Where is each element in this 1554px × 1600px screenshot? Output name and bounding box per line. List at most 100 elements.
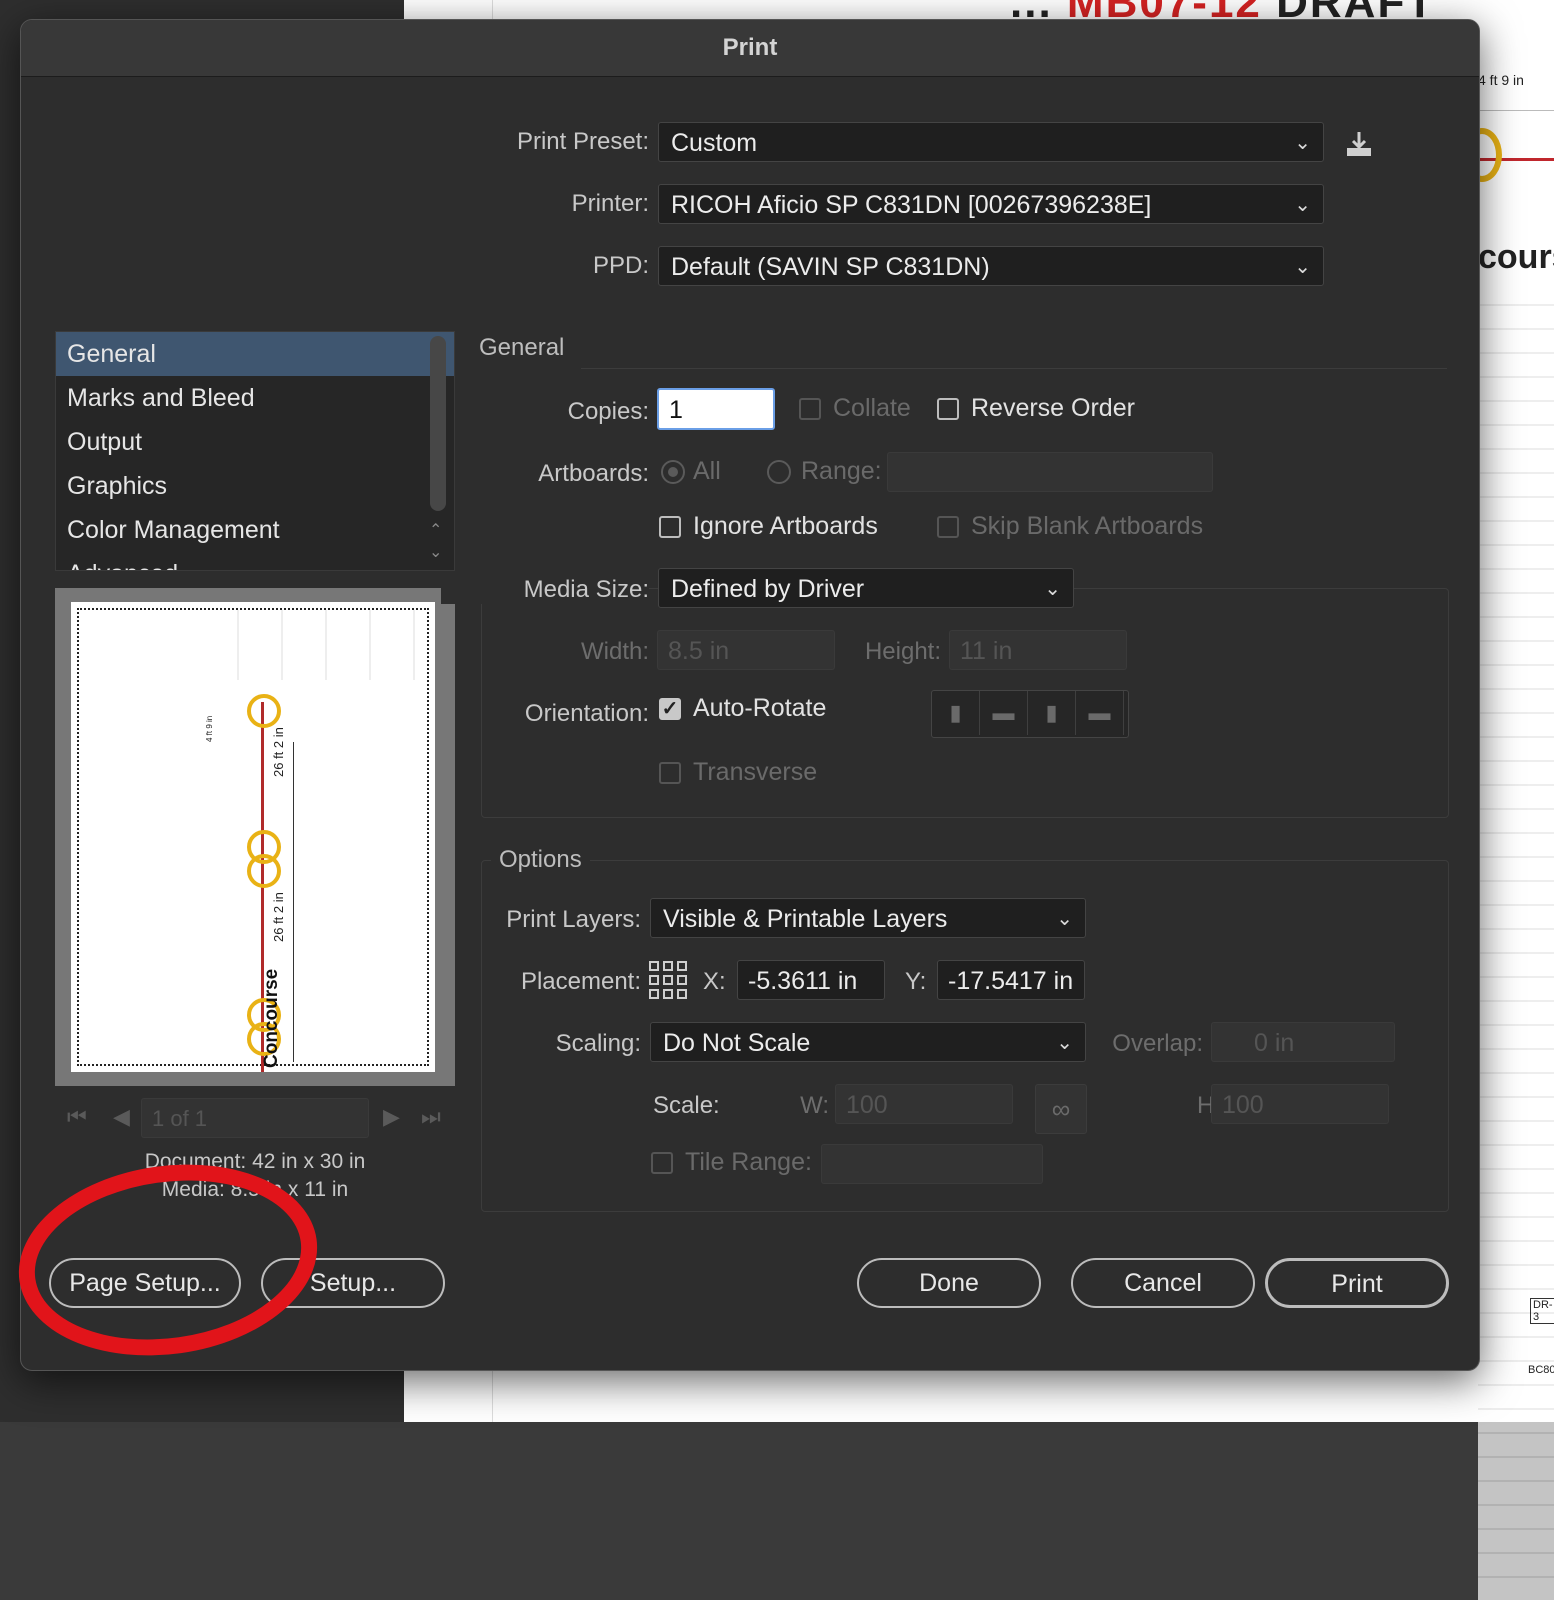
collate-label: Collate [833, 394, 911, 422]
chevron-down-icon: ⌄ [1056, 908, 1073, 930]
auto-rotate-checkbox[interactable]: ✓ [659, 698, 681, 720]
printer-select[interactable]: RICOH Aficio SP C831DN [00267396238E] ⌄ [658, 184, 1324, 224]
printer-label: Printer: [571, 190, 649, 217]
ppd-select[interactable]: Default (SAVIN SP C831DN) ⌄ [658, 246, 1324, 286]
category-general[interactable]: General [56, 332, 454, 376]
scroll-up-icon[interactable]: ⌃ [429, 520, 442, 540]
preview-small-label: 4 ft 9 in [205, 715, 214, 742]
tile-range-checkbox[interactable] [651, 1152, 673, 1174]
media-size-value: Defined by Driver [671, 575, 865, 603]
placement-label: Placement: [520, 968, 641, 995]
orientation-label: Orientation: [524, 700, 649, 727]
category-advanced[interactable]: Advanced [56, 552, 454, 570]
background-tag: DR-3 [1530, 1298, 1554, 1324]
chevron-down-icon: ⌄ [1056, 1032, 1073, 1054]
cancel-button[interactable]: Cancel [1071, 1258, 1255, 1308]
preview-dim-label: 26 ft 2 in [271, 727, 286, 777]
copies-input[interactable]: 1 [657, 388, 775, 430]
background-tag: BC80 [1528, 1364, 1554, 1376]
placement-x-input[interactable]: -5.3611 in [737, 960, 885, 1000]
copies-label: Copies: [567, 398, 649, 425]
placement-y-input[interactable]: -17.5417 in [937, 960, 1085, 1000]
artboards-range-input[interactable] [887, 452, 1213, 492]
print-preset-label: Print Preset: [516, 128, 649, 155]
landscape-icon[interactable]: ▬ [980, 691, 1028, 735]
first-page-icon[interactable]: ⏮ [67, 1104, 87, 1130]
category-marks-and-bleed[interactable]: Marks and Bleed [56, 376, 454, 420]
scaling-value: Do Not Scale [663, 1029, 811, 1057]
save-preset-icon[interactable] [1343, 128, 1375, 160]
y-label: Y: [905, 968, 927, 995]
skip-blank-artboards-checkbox[interactable] [937, 516, 959, 538]
scale-w-label: W: [800, 1092, 829, 1119]
print-button[interactable]: Print [1265, 1258, 1449, 1308]
overlap-input[interactable]: 0 in [1211, 1022, 1395, 1062]
tile-range-label: Tile Range: [685, 1148, 812, 1176]
height-input[interactable]: 11 in [949, 630, 1127, 670]
background-concourse-label: cours [1478, 238, 1554, 276]
artboards-all-radio[interactable] [661, 460, 685, 484]
dialog-title: Print [21, 20, 1479, 77]
x-label: X: [703, 968, 726, 995]
tile-range-input[interactable] [821, 1144, 1043, 1184]
background-dim-label: 4 ft 9 in [1478, 72, 1524, 88]
ignore-artboards-label: Ignore Artboards [693, 512, 878, 540]
transverse-label: Transverse [693, 758, 818, 786]
last-page-icon[interactable]: ⏭ [421, 1104, 441, 1130]
print-dialog: Print Print Preset: Custom ⌄ Printer: RI… [20, 19, 1480, 1371]
collate-checkbox[interactable] [799, 398, 821, 420]
preview-dim-label: 26 ft 2 in [271, 892, 286, 942]
general-section-title: General [479, 334, 565, 361]
auto-rotate-label: Auto-Rotate [693, 694, 827, 722]
print-layers-label: Print Layers: [506, 906, 641, 933]
scaling-label: Scaling: [555, 1030, 641, 1057]
ppd-label: PPD: [592, 252, 649, 279]
media-size-label: Media Size: [441, 576, 649, 604]
skip-blank-artboards-label: Skip Blank Artboards [971, 512, 1204, 540]
height-label: Height: [864, 638, 941, 665]
category-output[interactable]: Output [56, 420, 454, 464]
ppd-value: Default (SAVIN SP C831DN) [671, 253, 990, 281]
document-size-info: Document: 42 in x 30 in [144, 1150, 366, 1173]
media-size-select[interactable]: Defined by Driver ⌄ [658, 568, 1074, 608]
placement-grid-icon[interactable] [648, 960, 688, 1000]
scale-w-input[interactable]: 100 [835, 1084, 1013, 1124]
options-section-title: Options [491, 846, 590, 874]
chevron-down-icon: ⌄ [1294, 194, 1311, 216]
preview-page: 26 ft 2 in 26 ft 2 in Concourse 4 ft 9 i… [71, 602, 435, 1072]
landscape-flipped-icon[interactable]: ▬ [1076, 691, 1124, 735]
artboards-label: Artboards: [538, 460, 649, 487]
ignore-artboards-checkbox[interactable] [659, 516, 681, 538]
print-layers-select[interactable]: Visible & Printable Layers ⌄ [650, 898, 1086, 938]
preview-concourse-label: Concourse [261, 968, 282, 1068]
category-color-management[interactable]: Color Management [56, 508, 454, 552]
link-icon[interactable]: ∞ [1035, 1084, 1087, 1134]
transverse-checkbox[interactable] [659, 762, 681, 784]
chevron-down-icon: ⌄ [1294, 132, 1311, 154]
next-page-icon[interactable]: ▶ [383, 1104, 400, 1130]
overlap-label: Overlap: [1112, 1030, 1203, 1057]
reverse-order-label: Reverse Order [971, 394, 1135, 422]
print-preset-value: Custom [671, 129, 758, 157]
width-input[interactable]: 8.5 in [657, 630, 835, 670]
artboards-range-label: Range: [801, 457, 882, 485]
scroll-down-icon[interactable]: ⌄ [429, 542, 442, 562]
prev-page-icon[interactable]: ◀ [113, 1104, 130, 1130]
portrait-icon[interactable]: ▮ [932, 691, 980, 735]
portrait-flipped-icon[interactable]: ▮ [1028, 691, 1076, 735]
scale-label: Scale: [653, 1092, 720, 1119]
category-graphics[interactable]: Graphics [56, 464, 454, 508]
category-list[interactable]: General Marks and Bleed Output Graphics … [55, 331, 455, 571]
scale-h-input[interactable]: 100 [1211, 1084, 1389, 1124]
print-preset-select[interactable]: Custom ⌄ [658, 122, 1324, 162]
width-label: Width: [580, 638, 649, 665]
page-number-field[interactable]: 1 of 1 [141, 1098, 369, 1138]
scaling-select[interactable]: Do Not Scale ⌄ [650, 1022, 1086, 1062]
artboards-range-radio[interactable] [767, 460, 791, 484]
print-layers-value: Visible & Printable Layers [663, 905, 948, 933]
done-button[interactable]: Done [857, 1258, 1041, 1308]
artboards-all-label: All [693, 457, 721, 485]
orientation-buttons: ▮ ▬ ▮ ▬ [931, 690, 1129, 738]
reverse-order-checkbox[interactable] [937, 398, 959, 420]
chevron-down-icon: ⌄ [1044, 578, 1061, 600]
